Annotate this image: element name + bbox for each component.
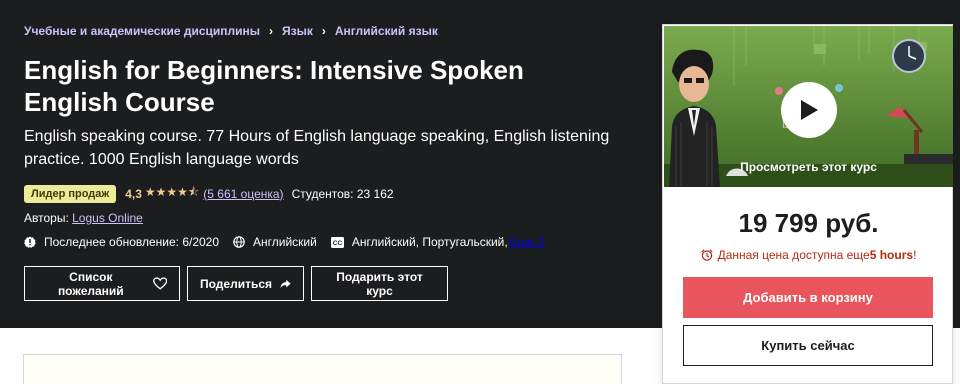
play-button[interactable]	[781, 82, 837, 138]
breadcrumb-item-subcategory[interactable]: Язык	[282, 24, 313, 38]
rating-value: 4,3	[125, 186, 142, 201]
breadcrumb: Учебные и академические дисциплины › Язы…	[24, 24, 438, 38]
what-you-learn-box	[23, 354, 622, 384]
alert-badge-icon	[24, 236, 36, 248]
purchase-card: beginner	[662, 24, 953, 384]
bestseller-badge: Лидер продаж	[24, 184, 117, 203]
course-preview[interactable]: beginner	[664, 26, 953, 187]
preview-label: Просмотреть этот курс	[740, 160, 877, 174]
authors-line: Авторы: Logus Online	[24, 211, 143, 225]
last-updated-text: Последнее обновление: 6/2020	[44, 235, 220, 249]
breadcrumb-separator: ›	[269, 24, 274, 38]
authors-label: Авторы:	[24, 211, 73, 225]
students-count: Студентов: 23 162	[291, 186, 394, 201]
captions-more-link[interactable]: Еще 2	[510, 235, 544, 249]
add-to-cart-button[interactable]: Добавить в корзину	[683, 277, 933, 318]
captions-text: Английский, Португальский,	[351, 235, 508, 249]
discount-timer: Данная цена доступна еще 5 hours!	[663, 248, 954, 262]
course-title: English for Beginners: Intensive Spoken …	[24, 55, 524, 117]
play-icon	[801, 100, 818, 120]
share-button[interactable]: Поделиться	[187, 266, 304, 301]
reviews-count-link[interactable]: (5 661 оценка)	[203, 187, 283, 201]
heart-icon	[152, 277, 167, 290]
last-updated: Последнее обновление: 6/2020	[24, 235, 219, 249]
header-actions: Список пожеланий Поделиться Подарить это…	[24, 266, 455, 301]
captions-languages: CC Английский, Португальский, Еще 2	[330, 235, 544, 249]
closed-captions-icon: CC	[330, 236, 344, 248]
share-label: Поделиться	[200, 276, 273, 291]
breadcrumb-item-topic[interactable]: Английский язык	[335, 24, 438, 38]
course-language: Английский	[233, 235, 317, 249]
price: 19 799 руб.	[738, 208, 879, 238]
course-subtitle: English speaking course. 77 Hours of Eng…	[24, 128, 610, 168]
rating-stars-icon: ★★★★⯪	[144, 185, 200, 199]
rating-row: Лидер продаж 4,3 ★★★★⯪ (5 661 оценка) Ст…	[24, 183, 394, 204]
author-link[interactable]: Logus Online	[72, 211, 143, 225]
wishlist-button[interactable]: Список пожеланий	[24, 266, 180, 301]
gift-label: Подарить этот курс	[336, 269, 423, 298]
breadcrumb-separator: ›	[321, 24, 326, 38]
alarm-clock-icon	[700, 249, 713, 261]
timer-suffix: !	[913, 248, 917, 262]
wishlist-label: Список пожеланий	[57, 269, 124, 298]
breadcrumb-item-category[interactable]: Учебные и академические дисциплины	[24, 24, 260, 38]
course-meta: Последнее обновление: 6/2020 Английский …	[24, 235, 558, 249]
gift-course-button[interactable]: Подарить этот курс	[311, 266, 448, 301]
timer-hours: 5 hours	[869, 248, 914, 262]
timer-text: Данная цена доступна еще	[717, 248, 870, 262]
buy-now-button[interactable]: Купить сейчас	[683, 325, 933, 366]
share-arrow-icon	[280, 279, 291, 288]
globe-icon	[233, 236, 245, 248]
language-text: Английский	[253, 235, 317, 249]
svg-text:CC: CC	[333, 240, 343, 247]
